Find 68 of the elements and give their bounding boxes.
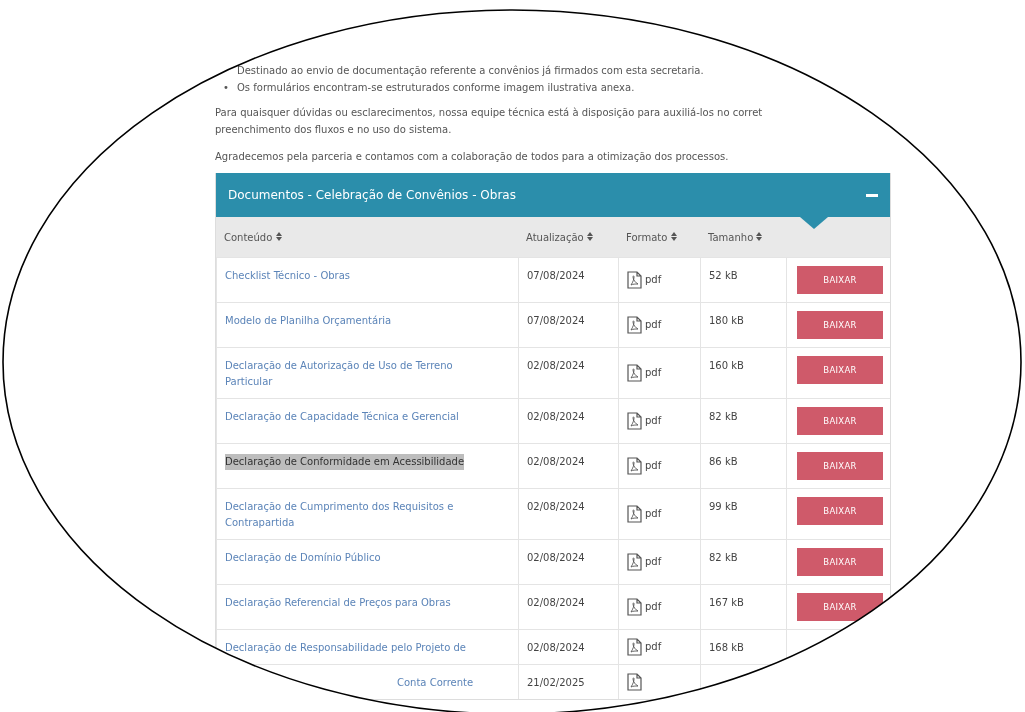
file-format: pdf bbox=[645, 555, 662, 569]
file-size: 168 kB bbox=[709, 642, 744, 653]
file-format: pdf bbox=[645, 273, 662, 287]
download-button[interactable]: BAIXAR bbox=[797, 407, 883, 435]
column-header[interactable]: Conteúdo bbox=[216, 231, 518, 243]
download-button[interactable]: BAIXAR bbox=[797, 548, 883, 576]
pdf-file-icon bbox=[627, 271, 642, 289]
file-size: 52 kB bbox=[709, 270, 738, 281]
pdf-file-icon bbox=[627, 412, 642, 430]
document-link[interactable]: Declaração de Domínio Público bbox=[225, 550, 381, 566]
update-date: 02/08/2024 bbox=[527, 411, 585, 422]
update-date: 07/08/2024 bbox=[527, 270, 585, 281]
pdf-file-icon bbox=[627, 598, 642, 616]
update-date: 02/08/2024 bbox=[527, 501, 585, 512]
file-size: 160 kB bbox=[709, 360, 744, 371]
document-link[interactable]: Declaração de Responsabilidade pelo Projeto de bbox=[225, 640, 467, 656]
download-button[interactable]: BAIXAR bbox=[797, 452, 883, 480]
pdf-file-icon bbox=[627, 673, 642, 691]
document-link[interactable]: Declaração Referencial de Preços para Obras bbox=[225, 595, 451, 611]
panel-title: Documentos - Celebração de Convênios - Obras bbox=[228, 188, 516, 202]
update-date: 02/08/2024 bbox=[527, 456, 585, 467]
column-header[interactable]: Atualização bbox=[518, 231, 618, 243]
download-button[interactable]: BAIXAR bbox=[797, 266, 883, 294]
pdf-file-icon bbox=[627, 457, 642, 475]
bullet-marker: • bbox=[223, 81, 230, 95]
paragraph-text: Para quaisquer dúvidas ou esclarecimentos, nossa equipe técnica está à disposição para auxiliá-los no corret bbox=[215, 106, 764, 120]
column-header[interactable]: Tamanho bbox=[700, 231, 786, 243]
download-button[interactable]: BAIXAR bbox=[797, 356, 883, 384]
update-date: 07/08/2024 bbox=[527, 315, 585, 326]
file-size: 99 kB bbox=[709, 501, 738, 512]
update-date: 21/02/2025 bbox=[527, 677, 585, 688]
update-date: 02/08/2024 bbox=[527, 360, 585, 371]
update-date: 02/08/2024 bbox=[527, 597, 585, 608]
file-format: pdf bbox=[645, 414, 662, 428]
bullet-text: Os formulários encontram-se estruturados conforme imagem ilustrativa anexa. bbox=[237, 81, 635, 95]
document-link[interactable]: Checklist Técnico - Obras bbox=[225, 268, 351, 284]
paragraph-text: preenchimento dos fluxos e no uso do sistema. bbox=[215, 123, 453, 137]
file-size: 167 kB bbox=[709, 597, 744, 608]
file-size: 82 kB bbox=[709, 411, 738, 422]
file-format: pdf bbox=[645, 318, 662, 332]
bullet-text: Destinado ao envio de documentação referente a convênios já firmados com esta secretaria. bbox=[237, 64, 704, 78]
panel-header[interactable]: Documentos - Celebração de Convênios - Obras bbox=[216, 173, 890, 217]
document-link[interactable]: Declaração de Autorização de Uso de Terreno Particular bbox=[225, 358, 487, 390]
pdf-file-icon bbox=[627, 505, 642, 523]
update-date: 02/08/2024 bbox=[527, 642, 585, 653]
file-format: pdf bbox=[645, 600, 662, 614]
download-button[interactable]: BAIXAR bbox=[797, 593, 883, 621]
pdf-file-icon bbox=[627, 638, 642, 656]
document-link[interactable]: Declaração de Conformidade em Acessibilidade bbox=[225, 454, 465, 470]
document-link[interactable]: Conta Corrente bbox=[397, 675, 474, 691]
document-link[interactable]: Modelo de Planilha Orçamentária bbox=[225, 313, 392, 329]
column-header[interactable]: Formato bbox=[618, 231, 700, 243]
pdf-file-icon bbox=[627, 316, 642, 334]
pdf-file-icon bbox=[627, 553, 642, 571]
download-button[interactable]: BAIXAR bbox=[797, 311, 883, 339]
file-format: pdf bbox=[645, 459, 662, 473]
update-date: 02/08/2024 bbox=[527, 552, 585, 563]
paragraph-text: Agradecemos pela parceria e contamos com a colaboração de todos para a otimização dos processos. bbox=[215, 150, 730, 164]
pdf-file-icon bbox=[627, 364, 642, 382]
file-format: pdf bbox=[645, 640, 662, 654]
file-size: 180 kB bbox=[709, 315, 744, 326]
download-button[interactable]: BAIXAR bbox=[797, 497, 883, 525]
document-link[interactable]: Declaração de Cumprimento dos Requisitos e Contrapartida bbox=[225, 499, 487, 531]
file-format: pdf bbox=[645, 507, 662, 521]
file-size: 86 kB bbox=[709, 456, 738, 467]
file-size: 82 kB bbox=[709, 552, 738, 563]
file-format: pdf bbox=[645, 366, 662, 380]
document-link[interactable]: Declaração de Capacidade Técnica e Gerencial bbox=[225, 409, 459, 425]
